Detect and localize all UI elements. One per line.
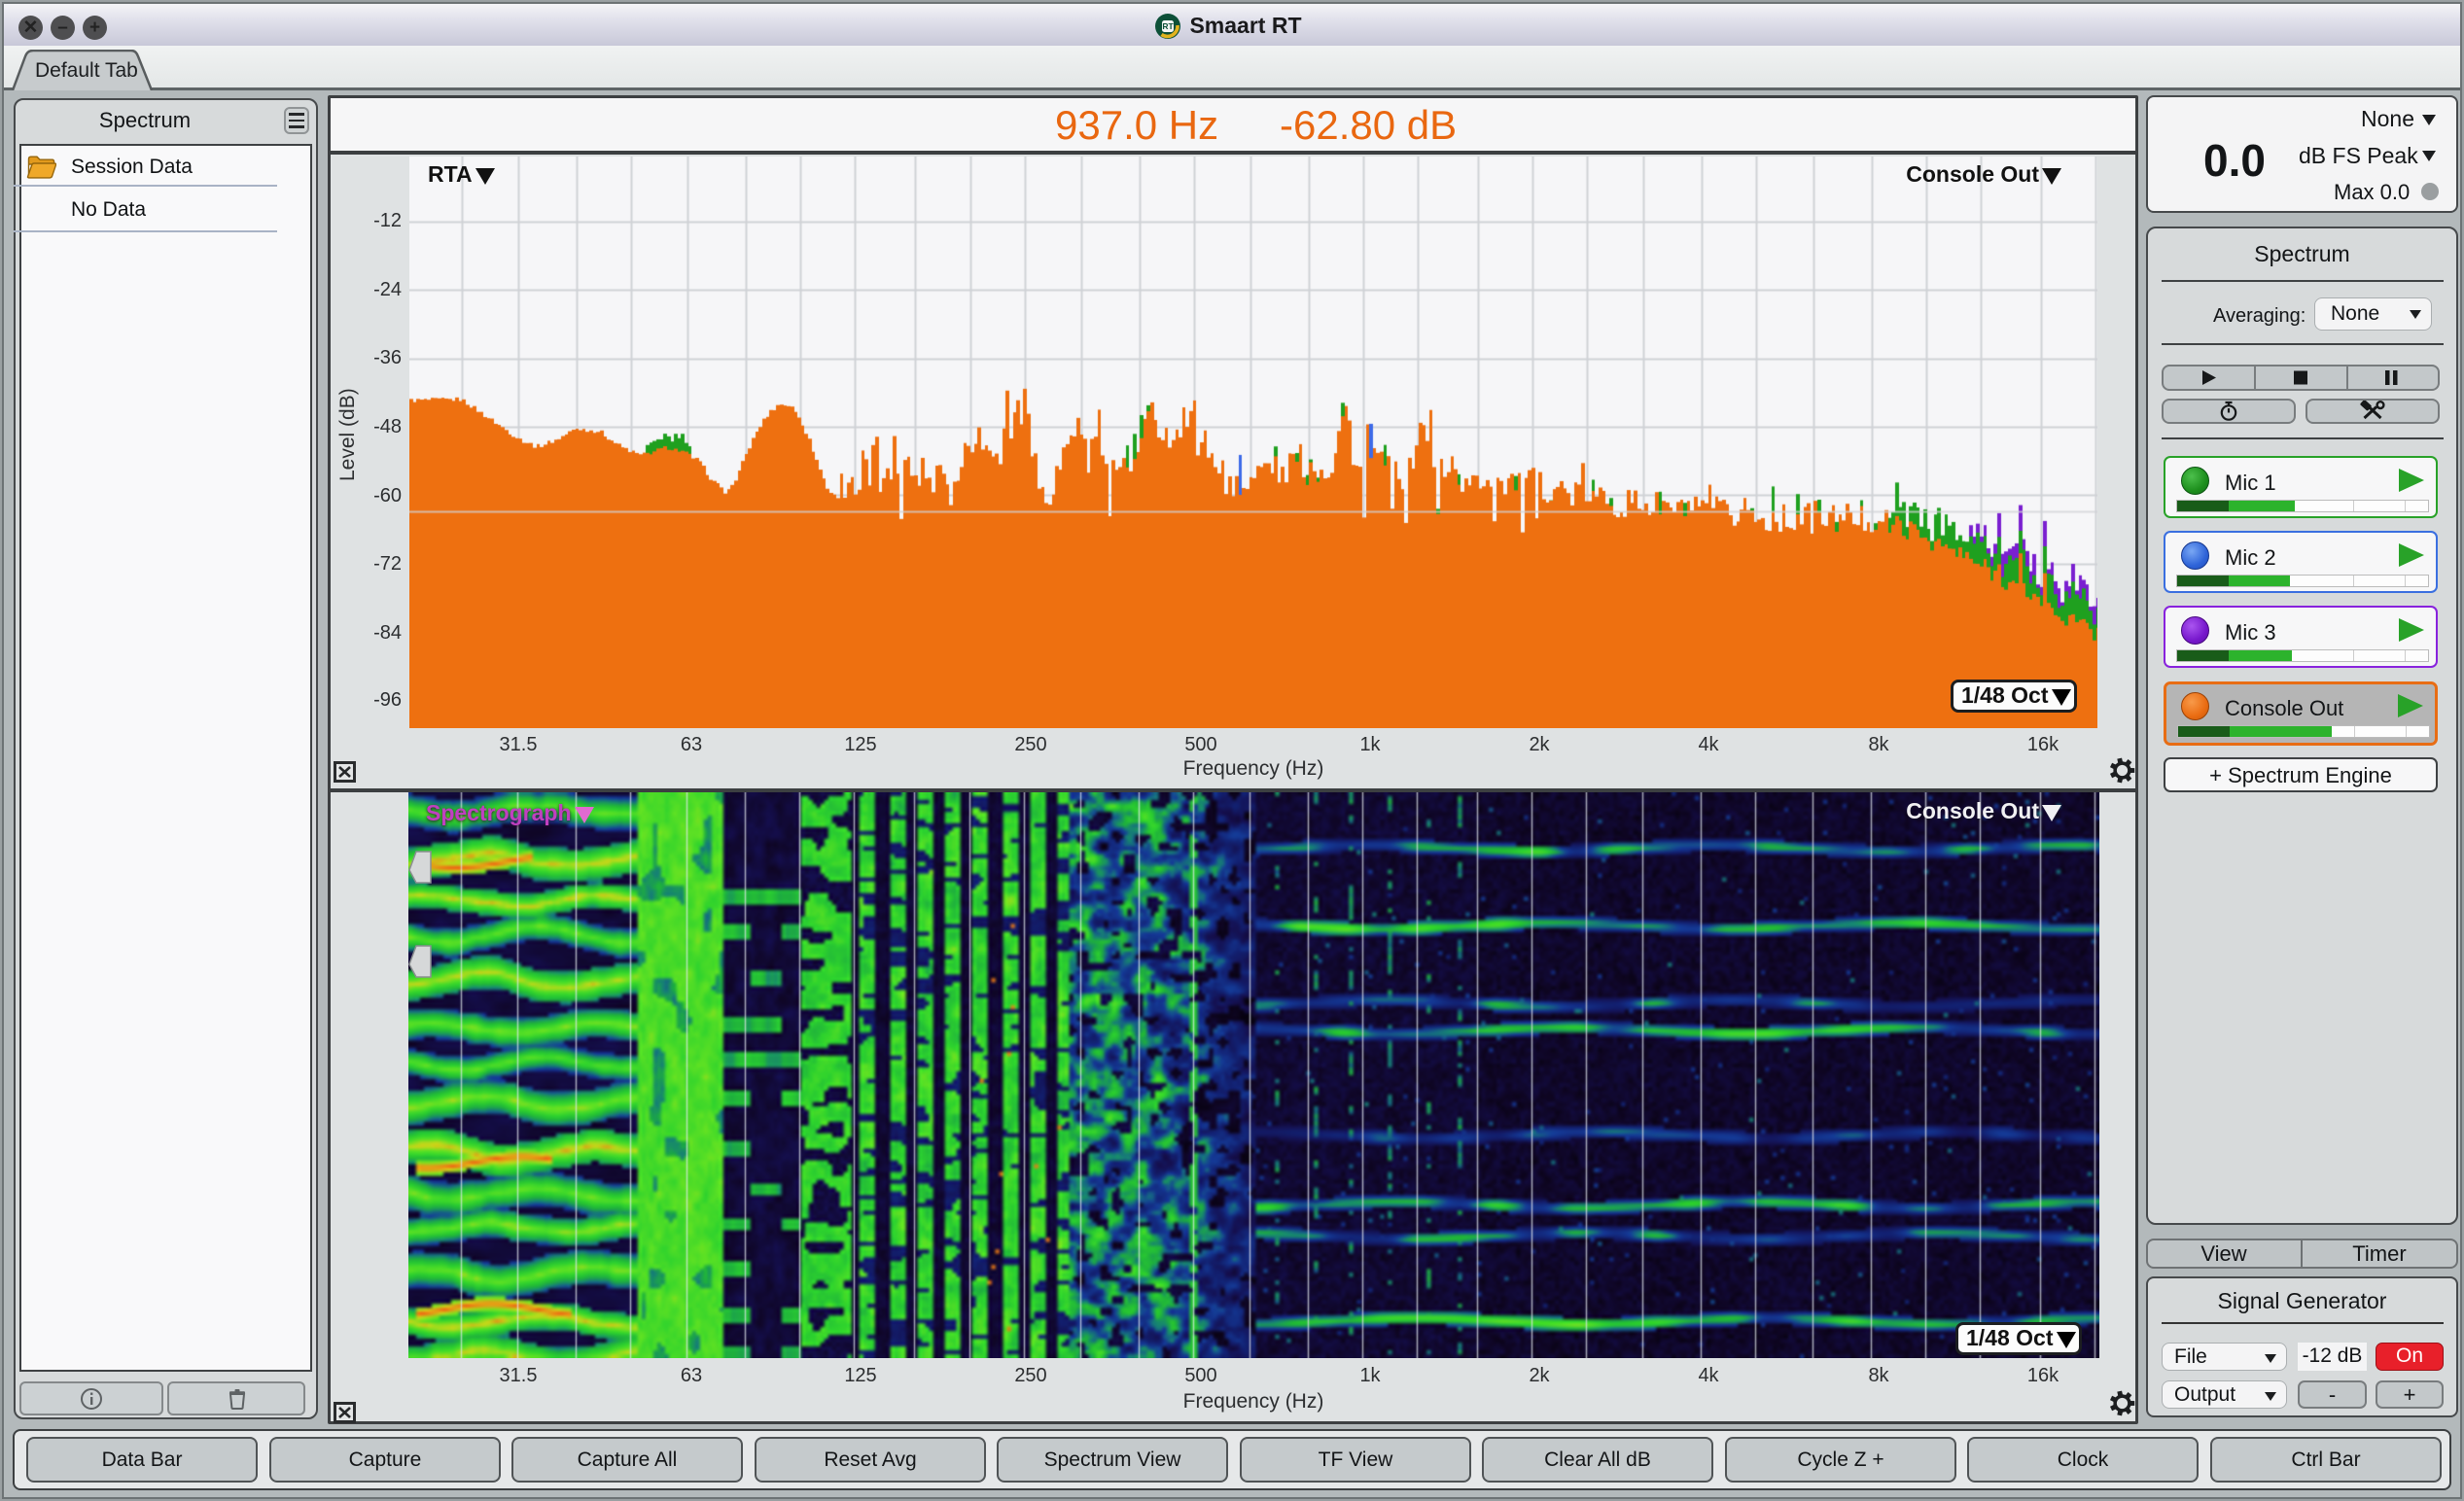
svg-text:RT: RT <box>1163 21 1175 31</box>
